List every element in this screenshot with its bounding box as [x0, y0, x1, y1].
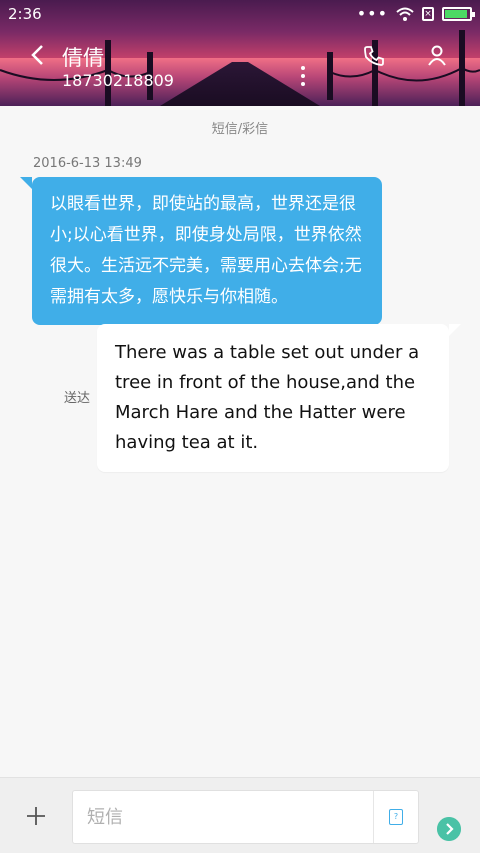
message-input-box: ?	[72, 790, 419, 844]
message-input[interactable]	[73, 791, 373, 843]
status-time: 2:36	[8, 5, 42, 23]
conversation-header: 2:36 ••• × 倩倩 18730218809	[0, 0, 480, 106]
composer-bar: ?	[0, 777, 480, 853]
person-icon[interactable]	[426, 44, 448, 66]
contact-number: 18730218809	[62, 71, 174, 90]
input-divider	[373, 791, 374, 843]
message-timestamp: 2016-6-13 13:49	[33, 156, 142, 171]
back-icon[interactable]	[28, 42, 48, 68]
sim-select-icon[interactable]: ?	[389, 809, 403, 825]
message-type-label: 短信/彩信	[211, 122, 269, 137]
delivery-status: 送达	[64, 391, 91, 406]
sim-status-icon: ×	[422, 7, 434, 21]
phone-icon[interactable]	[362, 44, 386, 68]
more-icon[interactable]	[298, 64, 308, 90]
battery-icon	[442, 7, 475, 21]
wifi-icon	[396, 7, 414, 21]
outgoing-message-bubble[interactable]: There was a table set out under a tree i…	[97, 324, 461, 472]
status-bar: 2:36 ••• ×	[0, 0, 480, 30]
signal-dots-icon: •••	[356, 4, 388, 23]
send-icon[interactable]	[437, 817, 461, 841]
contact-name: 倩倩	[62, 46, 104, 70]
plus-icon[interactable]	[24, 804, 48, 828]
incoming-message-bubble[interactable]: 以眼看世界，即使站的最高，世界还是很小;以心看世界，即使身处局限，世界依然很大。…	[20, 177, 382, 325]
